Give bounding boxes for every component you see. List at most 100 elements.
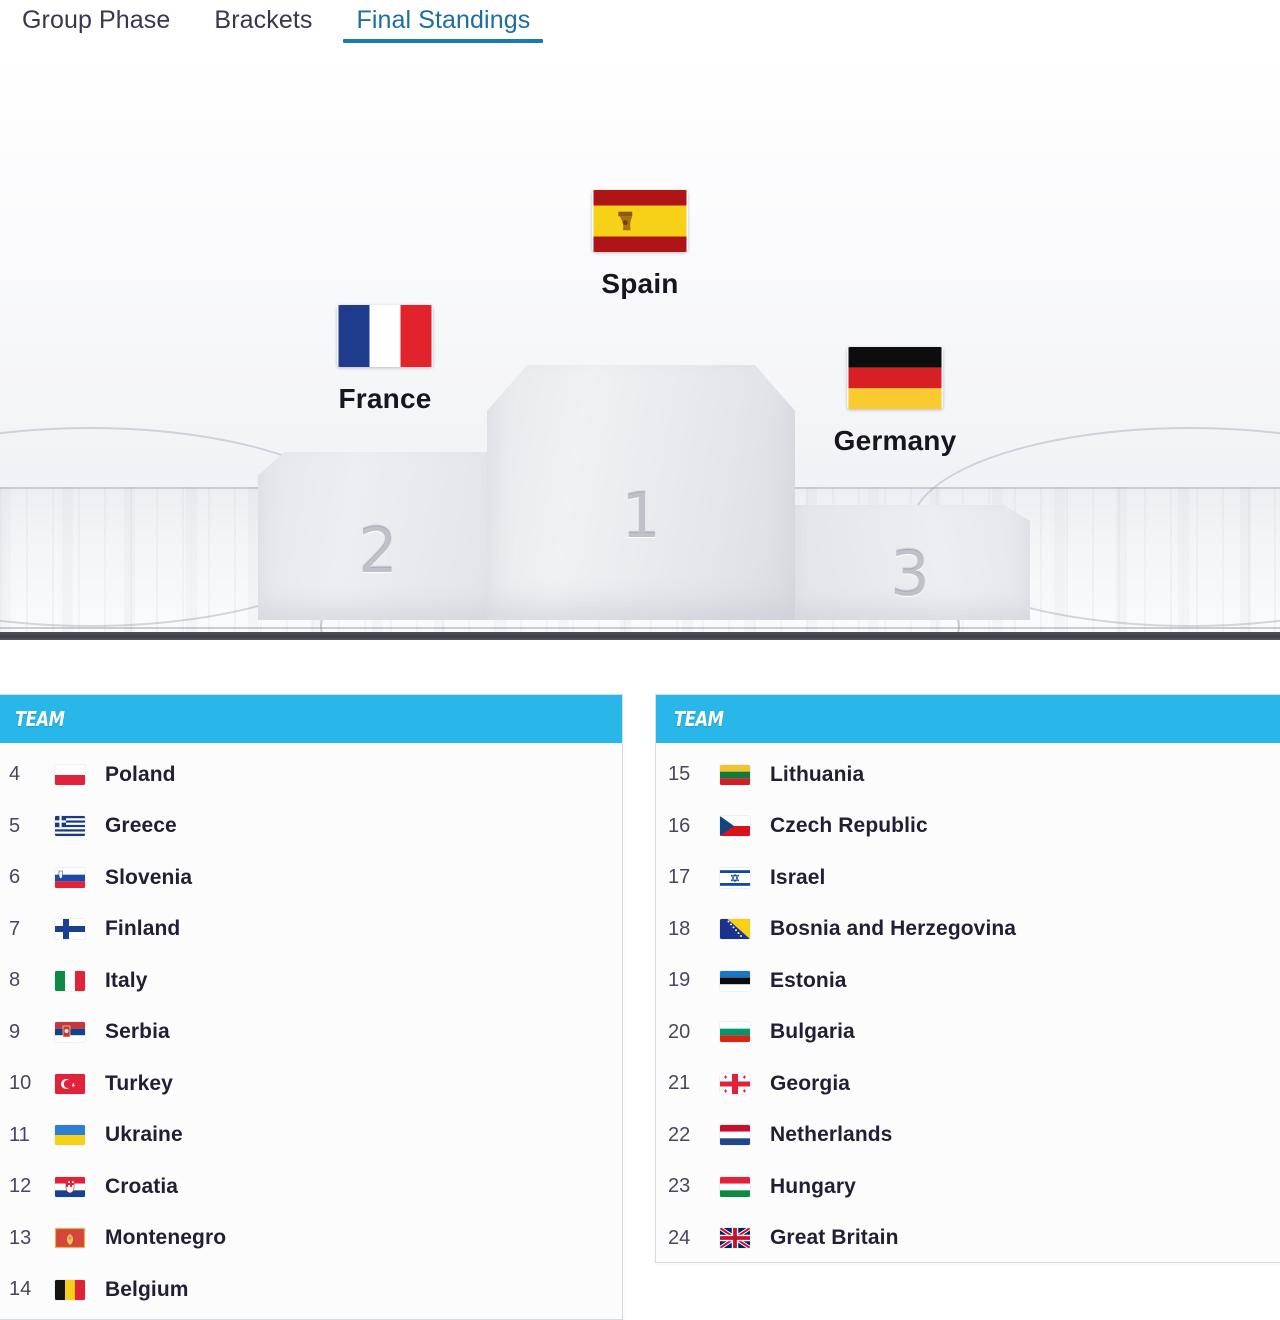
row-rank: 10 [9,1072,32,1095]
flag-hungary-icon [720,1176,750,1197]
flag-estonia-icon [720,970,750,991]
table-row[interactable]: 6 Slovenia [0,852,622,904]
row-rank: 5 [9,814,21,837]
podium-block-third: 3 [790,505,1030,620]
row-flag [716,970,754,991]
table-row[interactable]: 20 Bulgaria [656,1007,1280,1059]
row-team-name: Estonia [770,968,847,992]
podium-entry-first: Spain [510,190,770,300]
table-header-right: TEAM [656,695,1280,743]
table-row[interactable]: 17 Israel [656,852,1280,904]
row-flag [51,764,89,785]
flag-italy-icon [55,970,85,991]
podium-block-first: 1 [487,365,795,620]
podium-stage: 2 3 1 Spain France Germany [0,50,1280,640]
table-row[interactable]: 4 Poland [0,749,622,801]
podium-entry-second: France [255,305,515,415]
row-rank: 9 [9,1020,21,1043]
tab-bar: Group Phase Brackets Final Standings [0,0,1280,50]
table-row[interactable]: 14 Belgium [0,1264,622,1316]
table-row[interactable]: 13 Montenegro [0,1213,622,1265]
table-row[interactable]: 11 Ukraine [0,1110,622,1162]
podium-block-second: 2 [258,452,498,620]
table-row[interactable]: 23 Hungary [656,1161,1280,1213]
row-team-name: Netherlands [770,1123,893,1147]
row-flag [51,1022,89,1043]
podium-entry-third: Germany [765,347,1025,457]
row-team-name: Bulgaria [770,1020,855,1044]
row-team-name: Italy [105,968,148,992]
row-team-name: Czech Republic [770,814,928,838]
row-rank: 14 [9,1278,32,1301]
row-rank: 22 [668,1123,691,1146]
row-flag [716,919,754,940]
flag-greece-icon [55,816,85,837]
row-rank: 18 [668,917,691,940]
row-rank: 16 [668,814,691,837]
row-flag [51,1073,89,1094]
row-flag [51,867,89,888]
flag-ukraine-icon [55,1125,85,1146]
row-team-name: Georgia [770,1071,851,1095]
row-team-name: Lithuania [770,762,865,786]
table-row[interactable]: 18 Bosnia and Herzegovina [656,904,1280,956]
tab-brackets[interactable]: Brackets [214,0,334,50]
table-row[interactable]: 15 Lithuania [656,749,1280,801]
column-header-team: TEAM [15,707,65,731]
active-tab-indicator [343,39,544,43]
table-header-left: TEAM [0,695,622,743]
tab-label: Group Phase [22,6,171,34]
table-row[interactable]: 5 Greece [0,801,622,853]
row-rank: 15 [668,763,691,786]
table-row[interactable]: 22 Netherlands [656,1110,1280,1162]
table-row[interactable]: 19 Estonia [656,955,1280,1007]
table-row[interactable]: 9 Serbia [0,1007,622,1059]
table-row[interactable]: 24 Great Britain [656,1213,1280,1265]
standings-panel-left: TEAM 4 Poland 5 Greece 6 Slovenia 7 Finland 8 Ita… [0,694,623,1320]
row-rank: 13 [9,1226,32,1249]
row-team-name: Croatia [105,1174,179,1198]
podium-team-name-third: Germany [833,425,957,456]
row-flag [51,1228,89,1249]
table-row[interactable]: 16 Czech Republic [656,801,1280,853]
podium-number-1: 1 [621,479,661,552]
podium-number-2: 2 [358,513,398,587]
flag-belgium-icon [55,1279,85,1300]
table-row[interactable]: 21 Georgia [656,1058,1280,1110]
row-team-name: Slovenia [105,865,193,889]
table-row[interactable]: 8 Italy [0,955,622,1007]
table-row[interactable]: 7 Finland [0,904,622,956]
flag-slovenia-icon [55,867,85,888]
row-team-name: Bosnia and Herzegovina [770,917,1017,941]
podium-team-name-second: France [338,383,432,414]
row-flag [51,1279,89,1300]
row-rank: 21 [668,1072,691,1095]
row-team-name: Ukraine [105,1123,183,1147]
row-rank: 20 [668,1020,691,1043]
court-line-bottom [0,627,1280,629]
row-flag [716,1176,754,1197]
row-flag [51,970,89,991]
row-flag [51,816,89,837]
table-row[interactable]: 10 Turkey [0,1058,622,1110]
row-flag [51,1125,89,1146]
table-row[interactable]: 12 Croatia [0,1161,622,1213]
standings-tables: TEAM 4 Poland 5 Greece 6 Slovenia 7 Finland 8 Ita… [0,658,1280,1320]
tab-final-standings[interactable]: Final Standings [343,0,552,50]
podium-number-3: 3 [890,537,930,610]
tab-group-phase[interactable]: Group Phase [22,0,192,50]
flag-poland-icon [55,764,85,785]
row-rank: 24 [668,1226,691,1249]
row-rank: 6 [9,866,21,889]
flag-spain-icon [592,190,688,252]
flag-germany-icon [847,347,943,409]
tab-label: Final Standings [356,6,531,34]
flag-finland-icon [55,919,85,940]
row-team-name: Serbia [105,1020,170,1044]
table-body-right: 15 Lithuania 16 Czech Republic 17 Israel 18 Bos… [656,743,1280,1264]
row-rank: 19 [668,969,691,992]
standings-panel-right: TEAM 15 Lithuania 16 Czech Republic 17 Israel… [655,694,1280,1263]
row-flag [716,1073,754,1094]
row-team-name: Finland [105,917,181,941]
row-team-name: Poland [105,762,176,786]
